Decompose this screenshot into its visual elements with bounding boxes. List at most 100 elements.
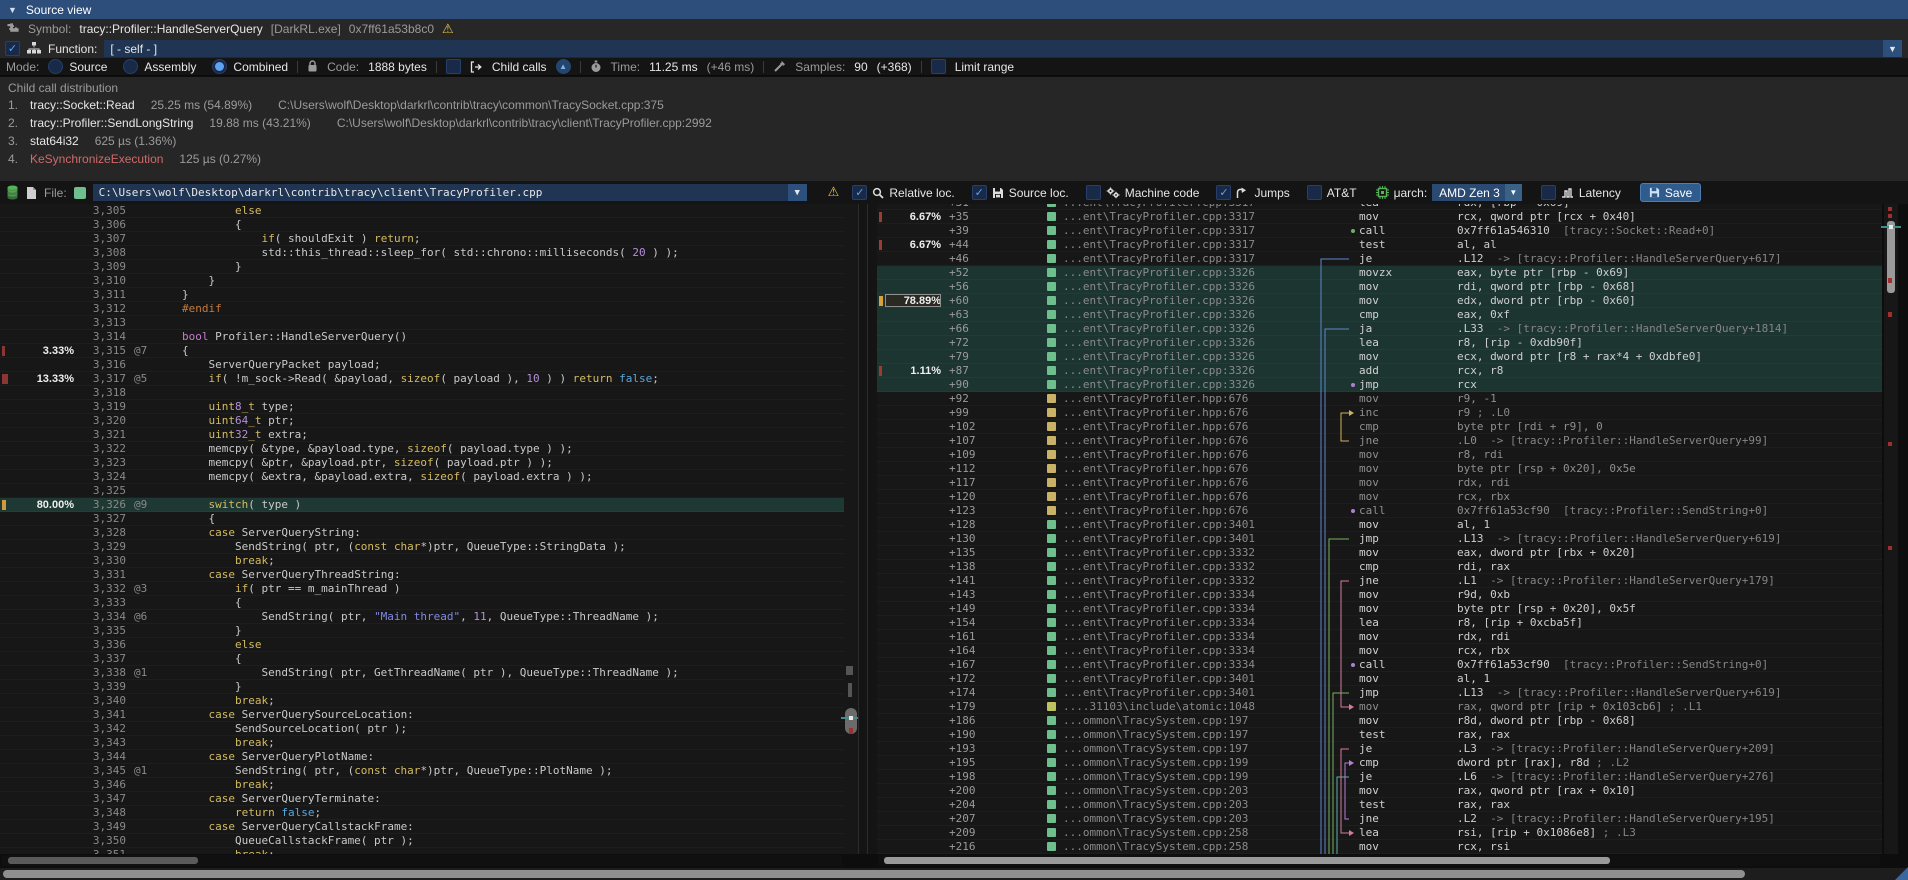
source-line[interactable]: 3,347 case ServerQueryTerminate: bbox=[0, 792, 858, 806]
asm-row[interactable]: +52...ent\TracyProfiler.cpp:3326movzxeax… bbox=[877, 266, 1882, 280]
radio-icon[interactable] bbox=[48, 59, 63, 74]
line-number[interactable]: 3,340 bbox=[74, 694, 126, 707]
asm-source-location[interactable]: ...ent\TracyProfiler.cpp:3317 bbox=[1063, 224, 1313, 237]
asm-source-location[interactable]: ...ent\TracyProfiler.hpp:676 bbox=[1063, 448, 1313, 461]
line-number[interactable]: 3,308 bbox=[74, 246, 126, 259]
source-line[interactable]: 3,307 if( shouldExit ) return; bbox=[0, 232, 858, 246]
asm-row[interactable]: +79...ent\TracyProfiler.cpp:3326movecx, … bbox=[877, 350, 1882, 364]
line-number[interactable]: 3,317 bbox=[74, 372, 126, 385]
asm-row[interactable]: +204...ommon\TracySystem.cpp:203testrax,… bbox=[877, 798, 1882, 812]
source-line[interactable]: 13.33%3,317@5 if( !m_sock->Read( &payloa… bbox=[0, 372, 858, 386]
asm-source-location[interactable]: ...ent\TracyProfiler.cpp:3317 bbox=[1063, 210, 1313, 223]
line-number[interactable]: 3,306 bbox=[74, 218, 126, 231]
asm-row[interactable]: +130...ent\TracyProfiler.cpp:3401jmp.L13… bbox=[877, 532, 1882, 546]
line-number[interactable]: 3,336 bbox=[74, 638, 126, 651]
asm-address[interactable]: +46 bbox=[949, 252, 1043, 265]
asm-row[interactable]: +46...ent\TracyProfiler.cpp:3317je.L12 -… bbox=[877, 252, 1882, 266]
line-number[interactable]: 3,316 bbox=[74, 358, 126, 371]
asm-source-location[interactable]: ...ommon\TracySystem.cpp:197 bbox=[1063, 728, 1313, 741]
source-line[interactable]: 3,305 else bbox=[0, 204, 858, 218]
assembly-vscrollbar[interactable] bbox=[1884, 204, 1898, 854]
line-number[interactable]: 3,342 bbox=[74, 722, 126, 735]
asm-row[interactable]: +174...ent\TracyProfiler.cpp:3401jmp.L13… bbox=[877, 686, 1882, 700]
asm-row[interactable]: +164...ent\TracyProfiler.cpp:3334movrcx,… bbox=[877, 644, 1882, 658]
window-titlebar[interactable]: ▼ Source view bbox=[0, 0, 1908, 19]
source-line[interactable]: 3,341 case ServerQuerySourceLocation: bbox=[0, 708, 858, 722]
function-combo[interactable]: [ - self - ] ▼ bbox=[104, 40, 1902, 57]
asm-source-location[interactable]: ...ent\TracyProfiler.cpp:3332 bbox=[1063, 560, 1313, 573]
asm-source-location[interactable]: ...ent\TracyProfiler.hpp:676 bbox=[1063, 420, 1313, 433]
source-line[interactable]: 3,340 break; bbox=[0, 694, 858, 708]
source-line[interactable]: 3,348 return false; bbox=[0, 806, 858, 820]
asm-row[interactable]: 6.67%+35...ent\TracyProfiler.cpp:3317mov… bbox=[877, 210, 1882, 224]
asm-row[interactable]: +128...ent\TracyProfiler.cpp:3401moval, … bbox=[877, 518, 1882, 532]
asm-source-location[interactable]: ...ommon\TracySystem.cpp:197 bbox=[1063, 714, 1313, 727]
asm-source-location[interactable]: ...ent\TracyProfiler.cpp:3317 bbox=[1063, 252, 1313, 265]
asm-row[interactable]: +195...ommon\TracySystem.cpp:199cmpdword… bbox=[877, 756, 1882, 770]
asm-source-location[interactable]: ...ent\TracyProfiler.cpp:3332 bbox=[1063, 574, 1313, 587]
asm-address[interactable]: +195 bbox=[949, 756, 1043, 769]
line-number[interactable]: 3,312 bbox=[74, 302, 126, 315]
line-number[interactable]: 3,343 bbox=[74, 736, 126, 749]
line-number[interactable]: 3,310 bbox=[74, 274, 126, 287]
line-number[interactable]: 3,334 bbox=[74, 610, 126, 623]
asm-address[interactable]: +107 bbox=[949, 434, 1043, 447]
source-line[interactable]: 3,328 case ServerQueryString: bbox=[0, 526, 858, 540]
att-checkbox[interactable]: ✓ bbox=[1307, 185, 1322, 200]
source-line[interactable]: 3,332@3 if( ptr == m_mainThread ) bbox=[0, 582, 858, 596]
toolbar-latency[interactable]: ✓ Latency bbox=[1541, 185, 1621, 200]
source-line[interactable]: 3,350 QueueCallstackFrame( ptr ); bbox=[0, 834, 858, 848]
asm-source-location[interactable]: ...ent\TracyProfiler.cpp:3334 bbox=[1063, 630, 1313, 643]
asm-source-location[interactable]: ...ommon\TracySystem.cpp:258 bbox=[1063, 840, 1313, 853]
pane-splitter[interactable] bbox=[858, 204, 879, 854]
toolbar-att[interactable]: ✓ AT&T bbox=[1307, 185, 1357, 200]
source-line[interactable]: 3,321 uint32_t extra; bbox=[0, 428, 858, 442]
line-number[interactable]: 3,315 bbox=[74, 344, 126, 357]
line-number[interactable]: 3,326 bbox=[74, 498, 126, 511]
asm-address[interactable]: +198 bbox=[949, 770, 1043, 783]
asm-row[interactable]: +56...ent\TracyProfiler.cpp:3326movrdi, … bbox=[877, 280, 1882, 294]
source-line[interactable]: 3,322 memcpy( &type, &payload.type, size… bbox=[0, 442, 858, 456]
line-number[interactable]: 3,321 bbox=[74, 428, 126, 441]
asm-address[interactable]: +193 bbox=[949, 742, 1043, 755]
asm-address[interactable]: +174 bbox=[949, 686, 1043, 699]
asm-row[interactable]: +109...ent\TracyProfiler.hpp:676movr8, r… bbox=[877, 448, 1882, 462]
line-number[interactable]: 3,335 bbox=[74, 624, 126, 637]
asm-row[interactable]: +154...ent\TracyProfiler.cpp:3334lear8, … bbox=[877, 616, 1882, 630]
line-number[interactable]: 3,333 bbox=[74, 596, 126, 609]
source-line[interactable]: 3,343 break; bbox=[0, 736, 858, 750]
asm-address[interactable]: +39 bbox=[949, 224, 1043, 237]
source-line[interactable]: 3,320 uint64_t ptr; bbox=[0, 414, 858, 428]
line-number[interactable]: 3,322 bbox=[74, 442, 126, 455]
asm-address[interactable]: +120 bbox=[949, 490, 1043, 503]
line-number[interactable]: 3,318 bbox=[74, 386, 126, 399]
asm-address[interactable]: +56 bbox=[949, 280, 1043, 293]
asm-row[interactable]: +200...ommon\TracySystem.cpp:203movrax, … bbox=[877, 784, 1882, 798]
jumps-checkbox[interactable]: ✓ bbox=[1216, 185, 1231, 200]
source-line[interactable]: 3,351 break; bbox=[0, 848, 858, 854]
asm-source-location[interactable]: ...ent\TracyProfiler.cpp:3326 bbox=[1063, 266, 1313, 279]
relative-loc-checkbox[interactable]: ✓ bbox=[852, 185, 867, 200]
asm-source-location[interactable]: ...ent\TracyProfiler.cpp:3334 bbox=[1063, 602, 1313, 615]
asm-source-location[interactable]: ...ent\TracyProfiler.cpp:3401 bbox=[1063, 518, 1313, 531]
line-number[interactable]: 3,350 bbox=[74, 834, 126, 847]
asm-row[interactable]: +186...ommon\TracySystem.cpp:197movr8d, … bbox=[877, 714, 1882, 728]
source-line[interactable]: 3,339 } bbox=[0, 680, 858, 694]
limit-range-checkbox[interactable]: ✓ bbox=[931, 59, 946, 74]
line-number[interactable]: 3,323 bbox=[74, 456, 126, 469]
source-line[interactable]: 3,311} bbox=[0, 288, 858, 302]
asm-source-location[interactable]: ...ent\TracyProfiler.hpp:676 bbox=[1063, 462, 1313, 475]
function-checkbox[interactable]: ✓ bbox=[5, 41, 20, 56]
asm-address[interactable]: +186 bbox=[949, 714, 1043, 727]
asm-address[interactable]: +141 bbox=[949, 574, 1043, 587]
asm-address[interactable]: +109 bbox=[949, 448, 1043, 461]
source-line[interactable]: 3,346 break; bbox=[0, 778, 858, 792]
asm-source-location[interactable]: ...ent\TracyProfiler.cpp:3326 bbox=[1063, 378, 1313, 391]
file-combo[interactable]: C:\Users\wolf\Desktop\darkrl\contrib\tra… bbox=[93, 184, 807, 201]
asm-row[interactable]: +112...ent\TracyProfiler.hpp:676movbyte … bbox=[877, 462, 1882, 476]
source-line[interactable]: 3.33%3,315@7{ bbox=[0, 344, 858, 358]
asm-source-location[interactable]: ...ommon\TracySystem.cpp:199 bbox=[1063, 770, 1313, 783]
asm-source-location[interactable]: ...ent\TracyProfiler.hpp:676 bbox=[1063, 504, 1313, 517]
line-number[interactable]: 3,309 bbox=[74, 260, 126, 273]
child-call-item[interactable]: 3.stat64i32625 µs (1.36%) bbox=[8, 134, 1908, 152]
